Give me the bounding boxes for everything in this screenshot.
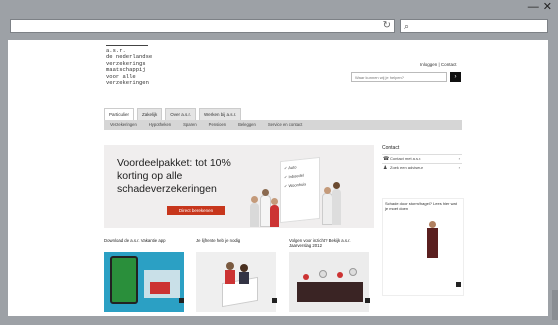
site-search-button[interactable]: › — [450, 72, 461, 82]
promo-text: Schade door storm/hagel? Lees hier wat j… — [385, 201, 457, 211]
search-icon: ⌕ — [404, 21, 410, 31]
phone-icon: ☎ — [383, 156, 390, 162]
column-arrow-button[interactable] — [365, 298, 370, 303]
board-item: ✓ Auto — [284, 164, 297, 171]
logo-line: verzekeringen — [106, 79, 149, 87]
minimize-button[interactable]: — — [528, 2, 539, 13]
subnav-item[interactable]: Hypotheken — [143, 120, 177, 130]
address-bar[interactable]: ↻ — [10, 19, 395, 33]
board-item: ✓ Woonhuis — [284, 181, 307, 189]
hero-cta-button[interactable]: Direct berekenen — [167, 206, 225, 215]
page-viewport: a.s.r. de nederlandse verzekerings maats… — [8, 40, 548, 316]
subnav-item[interactable]: Verzekeringen — [104, 120, 143, 130]
chevron-right-icon: › — [458, 156, 460, 161]
column-title[interactable]: Download de a.s.r. Vakantie app — [104, 238, 189, 248]
logo-divider — [106, 45, 148, 46]
column-arrow-button[interactable] — [179, 298, 184, 303]
contact-row-label: Zoek een adviseur — [390, 165, 423, 170]
contact-row-label: Contact met a.s.r. — [390, 156, 422, 161]
window-controls: — ✕ — [528, 2, 552, 13]
hero-banner[interactable]: Voordeelpakket: tot 10% korting op alle … — [104, 145, 374, 228]
site-search-input[interactable]: Waar kunnen wij je helpen? — [351, 72, 447, 82]
contact-row[interactable]: ♟ Zoek een adviseur › — [382, 163, 462, 172]
column-title[interactable]: Volgen voor inzicht? Bekijk a.s.r. Jaarv… — [289, 238, 374, 248]
contact-row[interactable]: ☎ Contact met a.s.r. › — [382, 154, 462, 163]
subnav-item[interactable]: Pensioen — [203, 120, 232, 130]
browser-search-box[interactable]: ⌕ — [400, 19, 548, 33]
content-column: Volgen voor inzicht? Bekijk a.s.r. Jaarv… — [289, 238, 374, 312]
site-logo[interactable]: a.s.r. de nederlandse verzekerings maats… — [106, 45, 152, 86]
jaarverslag-image[interactable] — [289, 252, 369, 312]
hero-people-image-right — [322, 181, 372, 225]
lijfrente-image[interactable] — [196, 252, 276, 312]
board-item: ✓ Inboedel — [284, 172, 304, 180]
content-column: Je lijfrente heb je nodig — [196, 238, 281, 312]
subnav-item[interactable]: Sparen — [177, 120, 203, 130]
close-button[interactable]: ✕ — [543, 2, 552, 13]
refresh-icon[interactable]: ↻ — [383, 20, 391, 32]
sub-navigation: Verzekeringen Hypotheken Sparen Pensioen… — [104, 120, 462, 130]
hero-headline: Voordeelpakket: tot 10% korting op alle … — [117, 157, 231, 195]
column-arrow-button[interactable] — [272, 298, 277, 303]
hero-sign-board: ✓ Auto ✓ Inboedel ✓ Woonhuis — [280, 156, 320, 224]
contact-title: Contact — [382, 145, 400, 151]
chevron-right-icon: › — [458, 165, 460, 170]
subnav-item[interactable]: Service en contact — [262, 120, 308, 130]
subnav-item[interactable]: Beleggen — [232, 120, 262, 130]
contact-panel: Contact ☎ Contact met a.s.r. › ♟ Zoek ee… — [382, 145, 462, 172]
promo-box[interactable]: Schade door storm/hagel? Lees hier wat j… — [382, 198, 464, 296]
scrollbar[interactable] — [552, 290, 558, 320]
top-links[interactable]: Inloggen | Contact — [420, 62, 456, 67]
promo-person-image — [427, 221, 438, 258]
content-column: Download de a.s.r. Vakantie app — [104, 238, 189, 312]
app-promo-image[interactable] — [104, 252, 184, 312]
column-title[interactable]: Je lijfrente heb je nodig — [196, 238, 281, 248]
promo-arrow-button[interactable] — [456, 282, 461, 287]
person-icon: ♟ — [383, 165, 388, 171]
